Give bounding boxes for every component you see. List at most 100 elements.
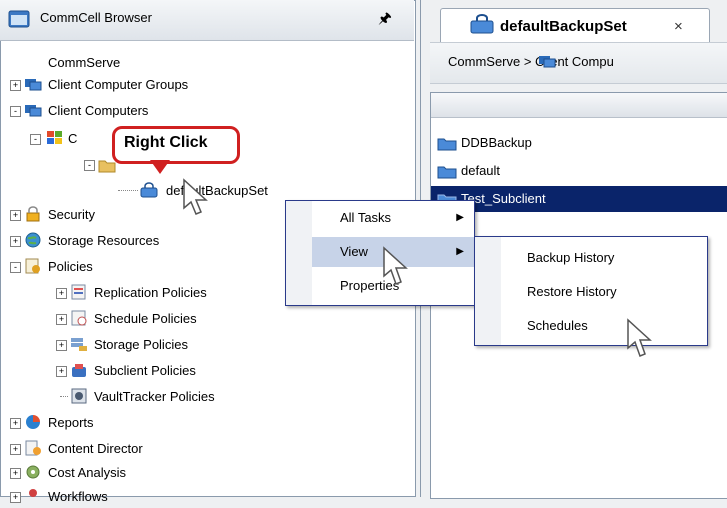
collapse-icon[interactable]: - xyxy=(84,160,95,171)
tree-item-replication-policies[interactable]: + Replication Policies xyxy=(56,282,306,304)
tree-item-subclient-policies[interactable]: + Subclient Policies xyxy=(56,360,306,382)
menu-gutter xyxy=(475,237,501,345)
collapse-icon[interactable]: - xyxy=(10,106,21,117)
policies-icon xyxy=(25,258,40,274)
expand-icon[interactable]: + xyxy=(56,366,67,377)
view-submenu: Backup History Restore History Schedules xyxy=(474,236,708,346)
tree-connector xyxy=(118,190,138,191)
expand-icon[interactable]: + xyxy=(56,288,67,299)
tree-item-defaultbackupset[interactable]: defaultBackupSet xyxy=(118,180,318,202)
collapse-icon[interactable]: - xyxy=(30,134,41,145)
tree-item-storage-policies[interactable]: + Storage Policies xyxy=(56,334,306,356)
menu-item-restore-history[interactable]: Restore History xyxy=(501,275,707,309)
menu-item-label: Schedules xyxy=(527,318,588,333)
tree-item-label: CommServe xyxy=(48,55,121,70)
expand-icon[interactable]: + xyxy=(10,492,21,503)
workflow-icon xyxy=(29,489,37,497)
backupset-icon xyxy=(470,14,494,34)
pin-icon[interactable]: 🖈 xyxy=(378,8,392,33)
computer-group-icon xyxy=(25,79,42,91)
tree-item-label: Security xyxy=(48,207,95,222)
content-icon xyxy=(25,440,41,456)
menu-item-label: All Tasks xyxy=(340,210,392,225)
tree-item-client-computers[interactable]: - Client Computers xyxy=(10,100,310,122)
tree-item-label: Storage Resources xyxy=(48,233,160,248)
cost-icon xyxy=(26,465,40,479)
tree-item-workflows[interactable]: + Workflows xyxy=(10,486,260,508)
folder-icon xyxy=(437,166,457,179)
lock-icon xyxy=(26,206,40,222)
tree-item-client-computer-groups[interactable]: + Client Computer Groups xyxy=(10,74,310,96)
submenu-arrow-icon: ▶ xyxy=(456,212,464,223)
windows-icon xyxy=(47,131,62,144)
panel-title: CommCell Browser xyxy=(40,10,152,25)
expand-icon[interactable]: + xyxy=(56,314,67,325)
collapse-icon[interactable]: - xyxy=(10,262,21,273)
tree-item-content-director[interactable]: + Content Director xyxy=(10,438,260,460)
expand-icon[interactable]: + xyxy=(10,236,21,247)
reports-icon xyxy=(26,415,40,429)
expand-icon[interactable]: + xyxy=(10,444,21,455)
list-item-label: default xyxy=(461,163,501,178)
tree-item-cost-analysis[interactable]: + Cost Analysis xyxy=(10,462,260,484)
tab-title: defaultBackupSet xyxy=(500,18,627,35)
commcell-browser-icon xyxy=(8,10,30,28)
storage-icon xyxy=(71,338,87,351)
tree-item-label: VaultTracker Policies xyxy=(94,389,215,404)
tree-item-label: Cost Analysis xyxy=(48,465,127,480)
tree-item-label: Content Director xyxy=(48,441,143,456)
list-item-selected[interactable]: Test_Subclient xyxy=(431,186,727,212)
tree-item-reports[interactable]: + Reports xyxy=(10,412,210,434)
computers-icon xyxy=(25,105,42,117)
tree-item-storage-resources[interactable]: + Storage Resources xyxy=(10,230,270,252)
close-icon[interactable]: × xyxy=(674,18,683,35)
vault-icon xyxy=(71,388,87,404)
tree-item-label: Client Computers xyxy=(48,103,149,118)
tree-item-label: Schedule Policies xyxy=(94,311,197,326)
tree-item-label: Storage Policies xyxy=(94,337,188,352)
expand-icon[interactable]: + xyxy=(10,210,21,221)
tree-item-security[interactable]: + Security xyxy=(10,204,210,226)
tree-item-label: Policies xyxy=(48,259,93,274)
tree-item-schedule-policies[interactable]: + Schedule Policies xyxy=(56,308,306,330)
menu-item-label: Backup History xyxy=(527,250,615,265)
menu-item-label: Restore History xyxy=(527,284,617,299)
list-item[interactable]: DDBBackup xyxy=(431,130,727,156)
menu-item-label: View xyxy=(340,244,368,259)
tree-item-label: Client Computer Groups xyxy=(48,77,189,92)
callout-pointer xyxy=(150,160,170,174)
tree-item-label: Workflows xyxy=(48,489,108,504)
schedule-icon xyxy=(71,310,87,326)
tree-connector xyxy=(60,396,68,397)
list-header[interactable] xyxy=(431,93,727,118)
expand-icon[interactable]: + xyxy=(56,340,67,351)
replication-icon xyxy=(71,284,86,300)
menu-gutter xyxy=(286,201,312,305)
tree-item-label: Subclient Policies xyxy=(94,363,196,378)
context-menu: All Tasks ▶ View ▶ Properties xyxy=(285,200,475,306)
tree-item-label: Reports xyxy=(48,415,94,430)
computers-icon xyxy=(539,56,556,68)
breadcrumb-text[interactable]: CommServe > Client Compu xyxy=(448,54,614,69)
expand-icon[interactable]: + xyxy=(10,468,21,479)
folder-icon xyxy=(437,138,457,151)
tree-item-label: Replication Policies xyxy=(94,285,207,300)
submenu-arrow-icon: ▶ xyxy=(456,246,464,257)
tree-item-label: C xyxy=(68,131,78,146)
callout-text: Right Click xyxy=(124,134,208,151)
expand-icon[interactable]: + xyxy=(10,80,21,91)
list-item[interactable]: default xyxy=(431,158,727,184)
tree-item-vaulttracker-policies[interactable]: VaultTracker Policies xyxy=(56,386,306,408)
list-item-label: DDBBackup xyxy=(461,135,532,150)
tree-item-policies[interactable]: - Policies xyxy=(10,256,210,278)
subclient-icon xyxy=(72,364,86,377)
mouse-cursor-icon xyxy=(383,246,408,285)
globe-icon xyxy=(25,232,41,248)
mouse-cursor-icon xyxy=(627,318,652,357)
menu-item-backup-history[interactable]: Backup History xyxy=(501,241,707,275)
backupset-icon xyxy=(140,182,158,198)
mouse-cursor-icon xyxy=(183,178,208,215)
expand-icon[interactable]: + xyxy=(10,418,21,429)
menu-item-schedules[interactable]: Schedules xyxy=(501,309,707,343)
menu-item-all-tasks[interactable]: All Tasks ▶ xyxy=(312,203,474,233)
